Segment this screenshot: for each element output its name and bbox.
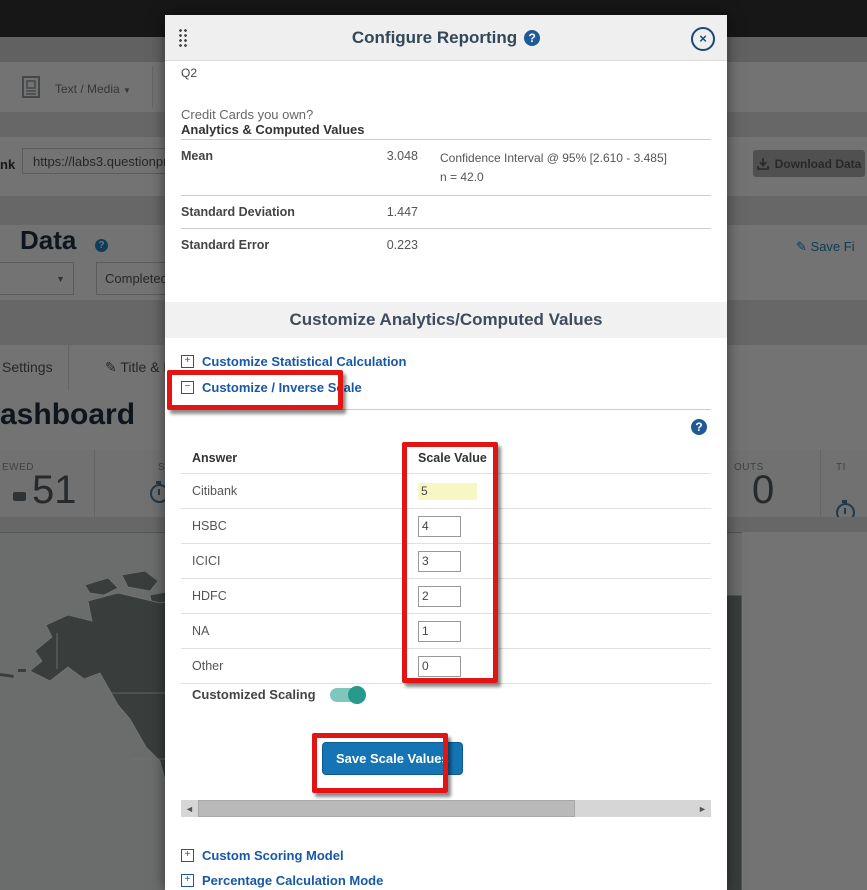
scale-value-input-citibank[interactable]: 5 bbox=[418, 483, 477, 500]
percentage-calculation-mode-link[interactable]: + Percentage Calculation Mode bbox=[181, 873, 383, 888]
configure-reporting-modal: Configure Reporting ? × Q2 Credit Cards … bbox=[165, 15, 727, 890]
expand-icon: + bbox=[181, 874, 194, 887]
stat-row-std-error: Standard Error 0.223 bbox=[181, 228, 711, 261]
scrollbar-thumb[interactable] bbox=[198, 800, 575, 817]
expand-icon: + bbox=[181, 849, 194, 862]
save-scale-values-button[interactable]: Save Scale Values bbox=[322, 742, 463, 775]
scale-value-table: Answer Scale Value Citibank 5 HSBC ICICI… bbox=[181, 443, 711, 684]
table-row: HSBC bbox=[181, 508, 711, 543]
customize-statistical-calculation-link[interactable]: + Customize Statistical Calculation bbox=[181, 354, 406, 369]
statistics-table: Mean 3.048 Confidence Interval @ 95% [2.… bbox=[181, 139, 711, 261]
question-code: Q2 bbox=[181, 66, 197, 80]
help-icon[interactable]: ? bbox=[524, 30, 540, 46]
scale-value-input-icici[interactable] bbox=[418, 551, 461, 572]
scroll-right-icon[interactable]: ► bbox=[694, 804, 711, 814]
customize-section-header: Customize Analytics/Computed Values bbox=[165, 302, 727, 338]
scale-value-input-na[interactable] bbox=[418, 621, 461, 642]
expand-icon: + bbox=[181, 355, 194, 368]
modal-header: Configure Reporting ? × bbox=[165, 15, 727, 61]
customized-scaling-toggle[interactable] bbox=[330, 688, 364, 702]
stat-row-std-deviation: Standard Deviation 1.447 bbox=[181, 195, 711, 228]
table-row: Citibank 5 bbox=[181, 473, 711, 508]
close-icon[interactable]: × bbox=[691, 27, 715, 51]
scale-value-input-hdfc[interactable] bbox=[418, 586, 461, 607]
scale-value-column-header: Scale Value bbox=[407, 451, 711, 465]
modal-title: Configure Reporting ? bbox=[165, 15, 727, 60]
answer-column-header: Answer bbox=[181, 451, 407, 465]
scale-table-header: Answer Scale Value bbox=[181, 443, 711, 473]
divider bbox=[181, 409, 711, 410]
scale-value-input-hsbc[interactable] bbox=[418, 516, 461, 537]
scroll-left-icon[interactable]: ◄ bbox=[181, 804, 198, 814]
sample-size: n = 42.0 bbox=[440, 170, 484, 184]
scrollbar-track[interactable] bbox=[198, 800, 694, 817]
stat-row-mean: Mean 3.048 Confidence Interval @ 95% [2.… bbox=[181, 139, 711, 195]
analytics-header: Analytics & Computed Values bbox=[181, 122, 365, 137]
customize-inverse-scale-link[interactable]: − Customize / Inverse Scale bbox=[181, 380, 362, 395]
customized-scaling-row: Customized Scaling bbox=[192, 687, 364, 702]
questionpro-dashboard-page: Text / Media ▼ nk Download Data Data ? ✎… bbox=[0, 0, 867, 890]
table-row: ICICI bbox=[181, 543, 711, 578]
table-row: NA bbox=[181, 613, 711, 648]
table-row: HDFC bbox=[181, 578, 711, 613]
horizontal-scrollbar[interactable]: ◄ ► bbox=[181, 800, 711, 817]
table-row: Other bbox=[181, 648, 711, 684]
collapse-icon: − bbox=[181, 381, 194, 394]
question-text: Credit Cards you own? bbox=[181, 107, 313, 122]
help-icon[interactable]: ? bbox=[691, 419, 707, 435]
scale-value-input-other[interactable] bbox=[418, 656, 461, 677]
custom-scoring-model-link[interactable]: + Custom Scoring Model bbox=[181, 848, 344, 863]
confidence-interval: Confidence Interval @ 95% [2.610 - 3.485… bbox=[440, 151, 667, 165]
